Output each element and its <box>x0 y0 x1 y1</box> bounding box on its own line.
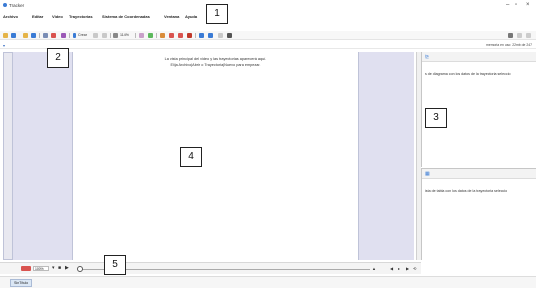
trail-icon[interactable] <box>139 33 144 38</box>
menu-sistema-coordenadas[interactable]: Sistema de Coordenadas <box>102 14 150 19</box>
maximize-icon[interactable]: ▫ <box>515 2 517 8</box>
menu-bar: Archivo Editar Video Trayectorias Sistem… <box>0 12 536 22</box>
refresh-icon[interactable] <box>218 33 223 38</box>
menu-trayectorias[interactable]: Trayectorias <box>69 14 93 19</box>
stop-icon[interactable]: ■ <box>58 266 61 271</box>
create-button[interactable]: Crear <box>78 33 87 37</box>
play-icon[interactable]: ▶ <box>65 266 69 271</box>
callout-5: 5 <box>104 255 126 275</box>
video-empty-hint: Elija Archivo|Abrir o Trayectoria|Nuevo … <box>170 63 261 67</box>
video-margin-left <box>13 52 73 260</box>
playback-slider-knob[interactable] <box>77 266 83 272</box>
save-icon[interactable] <box>11 33 16 38</box>
filter-icon[interactable]: ▾ <box>3 43 5 48</box>
slider-marker-icon[interactable]: ▲ <box>372 266 376 271</box>
notes-icon[interactable] <box>102 33 107 38</box>
callout-3: 3 <box>425 108 447 128</box>
title-bar: Tracker – ▫ × <box>0 0 536 12</box>
velocity-icon[interactable] <box>178 33 183 38</box>
table-empty-message: ista de tabla con los datos de la trayec… <box>425 189 508 193</box>
text-tool-icon[interactable] <box>227 33 232 38</box>
plot-empty-message: s de diagrama con los datos de la trayec… <box>425 72 511 76</box>
list-icon[interactable] <box>517 33 522 38</box>
create-track-icon[interactable] <box>73 33 76 38</box>
record-indicator <box>21 266 31 271</box>
toolbar-divider <box>195 33 196 38</box>
path-icon[interactable] <box>148 33 153 38</box>
zoom-level[interactable]: 114% <box>120 33 129 37</box>
track-dropdown-icon[interactable] <box>93 33 98 38</box>
table-panel: ▦ ista de tabla con los datos de la tray… <box>421 168 536 260</box>
tab-bar: SinTítulo <box>0 276 536 288</box>
toolbar-divider <box>156 33 157 38</box>
video-empty-message: La vista principal del video y las traye… <box>164 57 267 61</box>
toolbar-divider <box>39 33 40 38</box>
toolbar-divider <box>110 33 111 38</box>
axes-icon[interactable] <box>51 33 56 38</box>
callout-1: 1 <box>206 4 228 24</box>
line-icon[interactable] <box>160 33 165 38</box>
step-forward-icon[interactable]: ▶ <box>406 266 409 271</box>
loop-icon[interactable]: ⟲ <box>413 266 416 271</box>
close-icon[interactable]: × <box>526 2 530 8</box>
open-folder-icon[interactable] <box>3 33 8 38</box>
step-size-icon[interactable]: ▸ <box>398 266 400 271</box>
app-logo-icon <box>3 3 7 7</box>
minimize-icon[interactable]: – <box>506 2 509 8</box>
clip-settings-icon[interactable] <box>43 33 48 38</box>
acceleration-icon[interactable] <box>187 33 192 38</box>
settings-icon[interactable] <box>526 33 531 38</box>
video-view[interactable]: La vista principal del video y las traye… <box>73 52 358 260</box>
menu-ventana[interactable]: Ventana <box>164 14 179 19</box>
player-bar: 100% ▾ ■ ▶ ▲ ◀ ▸ ▶ ⟲ <box>0 262 421 274</box>
font-size-small-icon[interactable] <box>208 33 213 38</box>
zoom-icon[interactable] <box>113 33 118 38</box>
plot-icon[interactable]: ⊵ <box>425 54 429 60</box>
menu-editar[interactable]: Editar <box>32 14 43 19</box>
main-toolbar: Crear 114% <box>0 31 536 40</box>
open-video-icon[interactable] <box>23 33 28 38</box>
menu-video[interactable]: Video <box>52 14 63 19</box>
status-line: ▾ memoria en uso: 22mb de 247 <box>0 41 536 49</box>
calibration-icon[interactable] <box>61 33 66 38</box>
callout-2: 2 <box>47 48 69 68</box>
table-panel-header: ▦ <box>422 169 536 179</box>
menu-archivo[interactable]: Archivo <box>3 14 18 19</box>
playback-rate-field[interactable]: 100% <box>33 266 49 271</box>
left-gutter <box>3 52 13 260</box>
video-margin-right <box>358 52 414 260</box>
table-icon[interactable]: ▦ <box>425 171 430 177</box>
menu-ayuda[interactable]: Ayuda <box>185 14 197 19</box>
callout-4: 4 <box>180 147 202 167</box>
app-title: Tracker <box>9 3 25 8</box>
vector-icon[interactable] <box>169 33 174 38</box>
toolbar-divider <box>69 33 70 38</box>
save-video-icon[interactable] <box>31 33 36 38</box>
tab-sintitulo[interactable]: SinTítulo <box>10 279 33 287</box>
toolbar-divider <box>135 33 136 38</box>
pencil-icon[interactable] <box>508 33 513 38</box>
memory-usage: memoria en uso: 22mb de 247 <box>486 43 532 47</box>
font-size-icon[interactable] <box>199 33 204 38</box>
step-back-icon[interactable]: ◀ <box>390 266 393 271</box>
dropdown-arrow-icon[interactable]: ▾ <box>52 266 55 271</box>
plot-panel-header: ⊵ <box>422 52 536 62</box>
